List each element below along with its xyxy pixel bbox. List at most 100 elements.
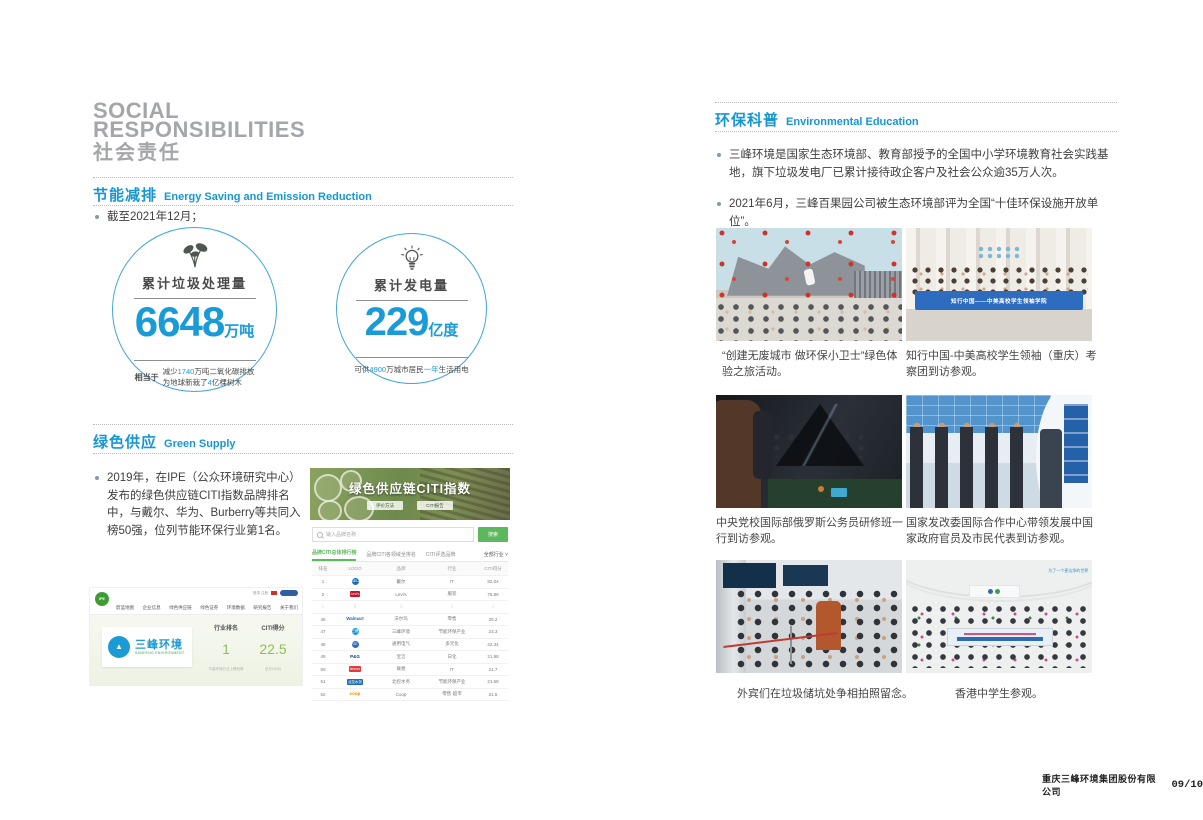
wall-logo-shape [969, 585, 1019, 598]
table-cell: 零售 [426, 616, 478, 622]
citi-tabs: 品牌CITI总体排行榜 品牌CITI各领域全排名 CITI评选品牌 全部行业 ˅ [312, 544, 508, 562]
brand-logo: lenovo [349, 666, 361, 672]
brand-logo: GE [352, 641, 359, 648]
search-button[interactable]: 搜索 [478, 527, 508, 542]
group-banner-shape [947, 628, 1053, 646]
photo-green-experience-tour [716, 228, 902, 341]
table-cell: P&G [334, 654, 376, 660]
education-bullet-1: 三峰环境是国家生态环境部、教育部授予的全国中小学环境教育社会实践基地，旗下垃圾发… [717, 147, 1119, 182]
brand-logo: Levi's [350, 591, 361, 597]
photo-caption: 外宾们在垃圾储坑处争相拍照留念。 [737, 686, 927, 702]
footer-page-number: 09/10 [1171, 779, 1203, 791]
table-cell: 通用电气 [376, 641, 426, 647]
photo-caption: 中央党校国际部俄罗斯公务员研修班一行到访参观。 [716, 515, 906, 547]
note-text: 万吨二氧化碳排放 [194, 367, 254, 376]
table-row: 52coopCoop零售·超市21.5 [312, 689, 508, 702]
citi-banner: 绿色供应链CITI指数 评价方法 CITI报告 [310, 468, 510, 520]
photo-caption: “创建无废城市 做环保小卫士”绿色体验之旅活动。 [722, 348, 904, 380]
report-page: { "header": { "line1": "SOCIAL", "line2"… [0, 0, 1203, 820]
stat-waste-note: 相当于 减少1740万吨二氧化碳排放 为地球新栽了4亿棵树木 [113, 367, 276, 388]
table-cell: 49 [312, 654, 334, 659]
table-cell: lenovo [334, 666, 376, 672]
table-cell: ⋮ [376, 604, 426, 610]
table-cell: 46 [312, 617, 334, 622]
footer-company-name: 重庆三峰环境集团股份有限公司 [1042, 772, 1161, 798]
nav-item[interactable]: 企业信息 [143, 605, 161, 611]
table-cell: IT [426, 667, 478, 672]
monitor-shape [783, 565, 828, 586]
table-cell: 2 [312, 592, 334, 597]
language-button[interactable] [280, 590, 298, 596]
stat-waste-label: 累计垃圾处理量 [113, 273, 276, 292]
sanfeng-logo-card: ▲ 三峰环境 SANFENG ENVIRONMENT [102, 627, 192, 667]
citi-table-body: 1DELL戴尔IT82.042Levi'sLevi's服装75.86⋮⋮⋮⋮⋮4… [312, 576, 508, 701]
industry-filter-dropdown[interactable]: 全部行业 ˅ [484, 551, 508, 561]
table-cell: 宝洁 [376, 654, 426, 660]
tab-field-ranking[interactable]: 品牌CITI各领域全排名 [366, 551, 415, 561]
note-highlight: 4900 [369, 365, 386, 374]
citi-score-label: CITI得分 [246, 623, 300, 632]
stat-power-value: 229亿度 [337, 302, 486, 351]
citi-score-value: 22.5 [246, 641, 300, 657]
search-icon [317, 532, 323, 538]
citi-banner-title: 绿色供应链CITI指数 [310, 478, 510, 497]
section-title-energy-cn: 节能减排 [93, 187, 157, 204]
divider [134, 360, 256, 361]
table-row: 47三峰三峰环境节能环保产业23.3 [312, 626, 508, 639]
red-confetti-shapes [716, 228, 902, 298]
table-cell: 沃尔玛 [376, 616, 426, 622]
section-title-green-supply: 绿色供应Green Supply [93, 431, 236, 452]
col-score: CITI得分 [478, 566, 508, 572]
tab-selected-brands[interactable]: CITI评选品牌 [426, 551, 455, 561]
citi-table-header: 排名 LOGO 品牌 行业 CITI得分 [312, 562, 508, 576]
page-title-cn: 社会责任 [93, 141, 305, 165]
table-row: 46Walmart沃尔玛零售25.2 [312, 614, 508, 627]
stat-waste-number: 6648 [135, 298, 224, 345]
stat-waste-unit: 万吨 [224, 323, 254, 340]
nav-item[interactable]: 研究报告 [253, 605, 271, 611]
table-cell: Walmart [334, 616, 376, 622]
login-links[interactable]: 登录 注册 [253, 591, 268, 596]
model-detail-shape [831, 488, 847, 497]
nav-item[interactable]: 关于我们 [280, 605, 298, 611]
col-logo: LOGO [334, 566, 376, 571]
note-text: 亿棵树木 [212, 378, 242, 387]
world-map-shape [977, 246, 1022, 260]
photo-hongkong-students: 为了一个更洁净的世界 [906, 560, 1092, 673]
brand-logo: Walmart [345, 616, 365, 622]
divider [93, 453, 513, 454]
table-row: 48GE通用电气多元化22.34 [312, 639, 508, 652]
table-cell: 节能环保产业 [426, 629, 478, 635]
table-row: 50lenovo联想IT21.7 [312, 664, 508, 677]
report-button[interactable]: CITI报告 [417, 501, 453, 510]
ipe-body: ▲ 三峰环境 SANFENG ENVIRONMENT 行业排名 1 节能环保行业… [90, 615, 302, 686]
tab-overall-ranking[interactable]: 品牌CITI总体排行榜 [312, 549, 356, 561]
brand-logo: DELL [352, 578, 359, 585]
nav-item[interactable]: 蔚蓝地图 [116, 605, 134, 611]
brand-logo: 北控水务 [347, 679, 363, 685]
method-button[interactable]: 评价方法 [367, 501, 403, 510]
table-cell: 52 [312, 692, 334, 697]
table-cell: ⋮ [426, 604, 478, 610]
green-supply-paragraph: 2019年，在IPE（公众环境研究中心）发布的绿色供应链CITI指数品牌排名中，… [95, 470, 309, 540]
citi-score-note: 总分100分 [246, 667, 300, 672]
education-bullet-2-text: 2021年6月，三峰百果园公司被生态环境部评为全国“十佳环保设施开放单位”。 [729, 196, 1119, 231]
photo-china-us-student-leaders: 知行中国——中美高校学生领袖学院 [906, 228, 1092, 341]
divider [93, 177, 513, 178]
table-cell: 50 [312, 667, 334, 672]
sanfeng-brand-en: SANFENG ENVIRONMENT [135, 651, 184, 655]
green-supply-text: 2019年，在IPE（公众环境研究中心）发布的绿色供应链CITI指数品牌排名中，… [107, 470, 309, 540]
table-cell: 节能环保产业 [426, 679, 478, 685]
nav-item[interactable]: 绿色证券 [200, 605, 218, 611]
nav-item[interactable]: 环境数据 [227, 605, 245, 611]
bullet-dot [95, 476, 99, 480]
table-cell: 北控水务 [334, 679, 376, 685]
search-input[interactable]: 输入品牌名称 [312, 527, 474, 542]
brand-logo: 三峰 [352, 628, 359, 635]
nav-item[interactable]: 绿色供应链 [169, 605, 192, 611]
figures-shapes [910, 427, 1033, 508]
table-row: 49P&G宝洁日化21.98 [312, 651, 508, 664]
table-cell: 21.5 [478, 692, 508, 697]
table-cell: 日化 [426, 654, 478, 660]
note-text: 为地球新栽了 [163, 378, 208, 387]
